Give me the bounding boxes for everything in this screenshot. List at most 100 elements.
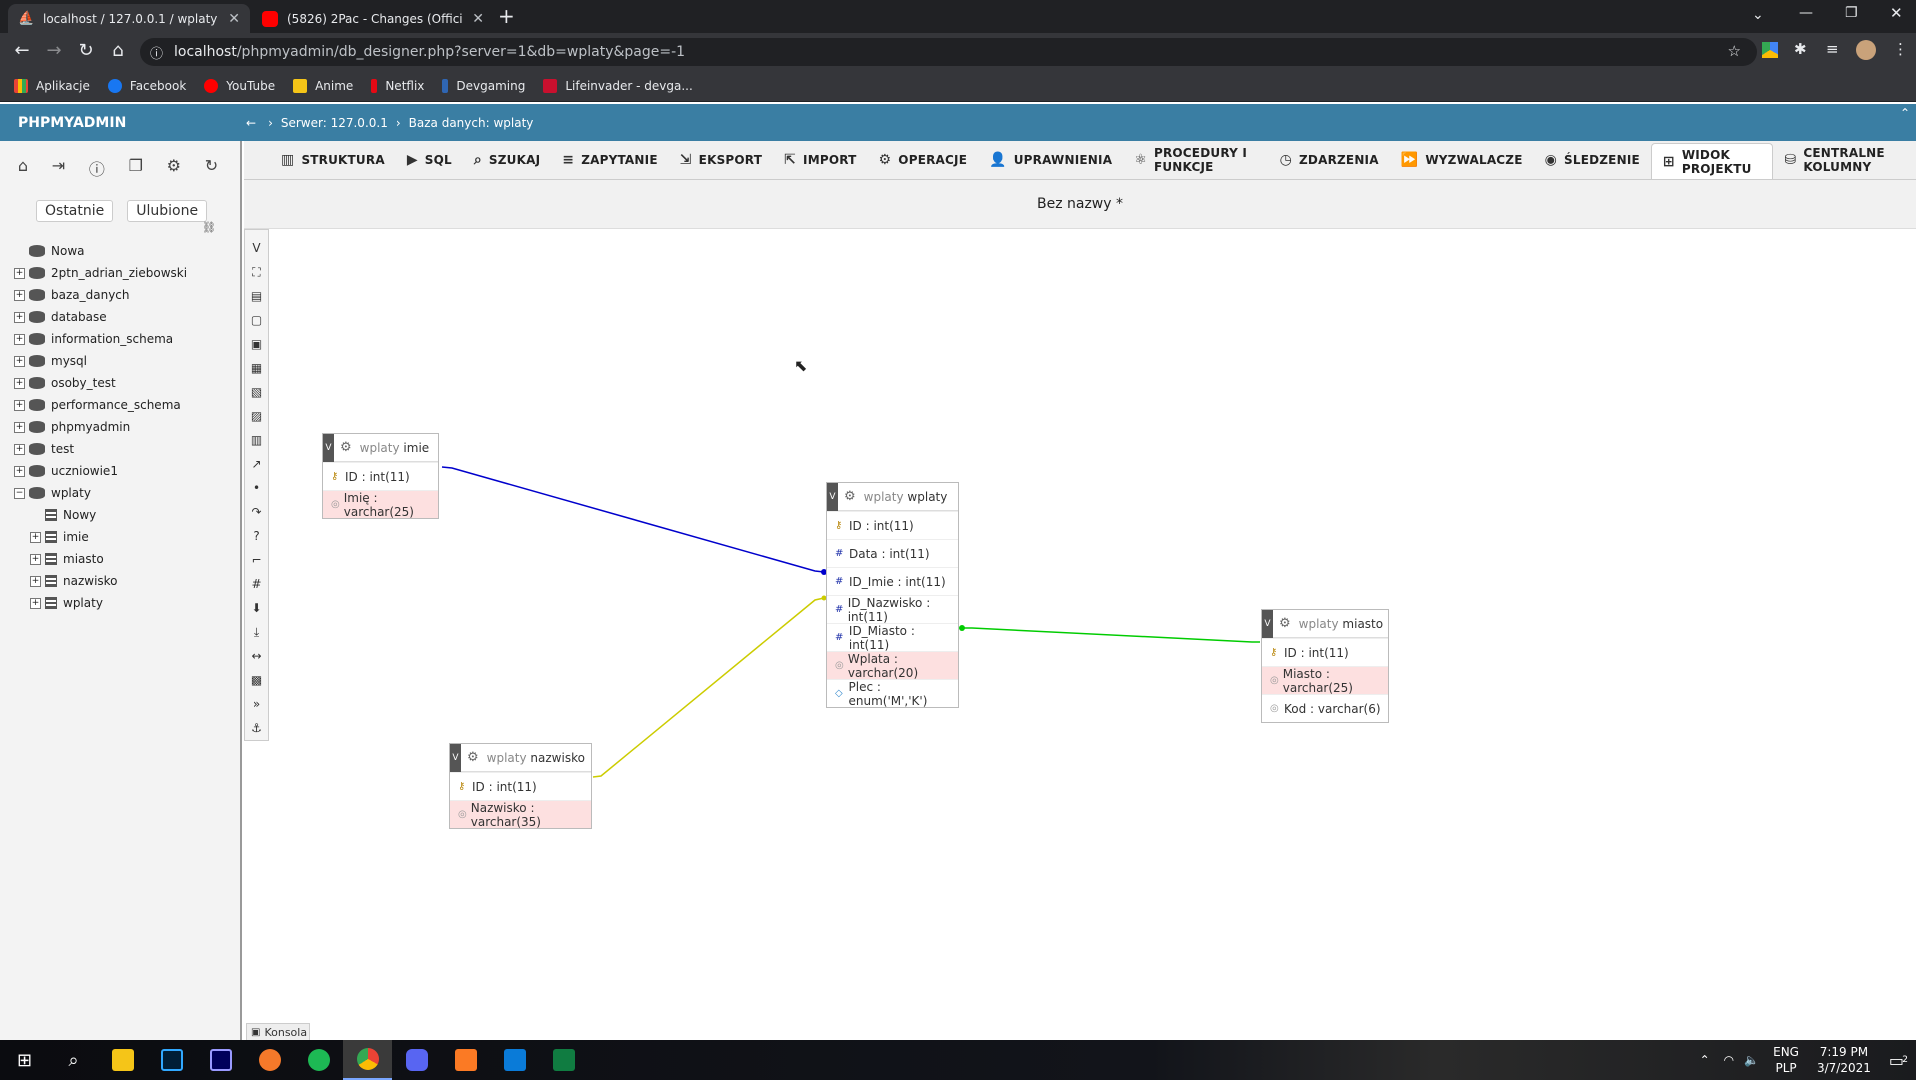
taskbar-media-app[interactable] bbox=[490, 1040, 539, 1080]
bookmark-devgaming[interactable]: Devgaming bbox=[442, 78, 525, 93]
designer-table-nazwisko[interactable]: V ⚙ wplaty nazwisko ⚷ ID : int(11) ◎ Nazwisko … bbox=[449, 743, 592, 829]
table-header[interactable]: V ⚙ wplaty wplaty bbox=[827, 482, 958, 511]
tree-item[interactable]: + test bbox=[0, 438, 240, 460]
pin-text-icon[interactable]: ⚓ bbox=[251, 716, 262, 740]
forward-icon[interactable]: → bbox=[42, 40, 66, 61]
tab-zdarzenia[interactable]: ◷ ZDARZENIA bbox=[1269, 140, 1390, 179]
tab-import[interactable]: ⇱ IMPORT bbox=[773, 140, 867, 179]
tree-item[interactable]: + imie bbox=[0, 526, 240, 548]
expand-icon[interactable]: + bbox=[14, 399, 25, 411]
tab-eksport[interactable]: ⇲ EKSPORT bbox=[669, 140, 773, 179]
favorite-tables-button[interactable]: Ulubione bbox=[127, 200, 208, 222]
tree-item[interactable]: + miasto bbox=[0, 548, 240, 570]
bookmark-anime[interactable]: Anime bbox=[293, 78, 353, 93]
tree-item[interactable]: + database bbox=[0, 306, 240, 328]
open-page-icon[interactable]: ▣ bbox=[251, 332, 262, 356]
toggle-small-big-all-icon[interactable]: ⤓ bbox=[254, 620, 259, 644]
close-tab-icon[interactable]: ✕ bbox=[220, 11, 240, 27]
clock[interactable]: 7:19 PM 3/7/2021 bbox=[1817, 1044, 1871, 1076]
bookmark-facebook[interactable]: Facebook bbox=[107, 78, 186, 93]
tab-struktura[interactable]: ▥ STRUKTURA bbox=[270, 140, 396, 179]
gear-icon[interactable]: ⚙ bbox=[1279, 616, 1291, 631]
tree-item[interactable]: + uczniowie1 bbox=[0, 460, 240, 482]
network-icon[interactable]: ◠ bbox=[1724, 1053, 1734, 1067]
documentation-icon[interactable]: ❐ bbox=[129, 156, 143, 180]
minimize-table-icon[interactable]: V bbox=[827, 482, 838, 511]
tree-item[interactable]: + wplaty bbox=[0, 592, 240, 614]
tab-procedury-i-funkcje[interactable]: ⚛ PROCEDURY I FUNKCJE bbox=[1123, 140, 1268, 179]
table-column[interactable]: ⚷ ID : int(11) bbox=[450, 772, 591, 800]
tree-item[interactable]: + mysql bbox=[0, 350, 240, 372]
new-tab-button[interactable]: + bbox=[498, 4, 515, 28]
site-info-icon[interactable]: ⓘ bbox=[150, 43, 163, 62]
tab-widok-projektu[interactable]: ⊞ WIDOK PROJEKTU bbox=[1650, 143, 1774, 179]
bookmark-netflix[interactable]: Netflix bbox=[371, 78, 424, 93]
media-control-icon[interactable]: ≡ bbox=[1826, 40, 1839, 58]
bookmark-lifeinvader[interactable]: Lifeinvader - devga... bbox=[543, 78, 693, 93]
table-header[interactable]: V ⚙ wplaty nazwisko bbox=[450, 743, 591, 772]
extensions-icon[interactable]: ✱ bbox=[1794, 40, 1807, 58]
browser-tab-youtube[interactable]: (5826) 2Pac - Changes (Official M ✕ bbox=[252, 4, 494, 33]
save-page-icon[interactable]: ▦ bbox=[251, 356, 262, 380]
add-tables-icon[interactable]: ▤ bbox=[251, 284, 262, 308]
expand-icon[interactable]: + bbox=[14, 311, 25, 323]
bookmark-youtube[interactable]: YouTube bbox=[204, 78, 275, 93]
table-column[interactable]: # ID_Imie : int(11) bbox=[827, 567, 958, 595]
designer-table-imie[interactable]: V ⚙ wplaty imie ⚷ ID : int(11) ◎ Imię : varcha… bbox=[322, 433, 439, 519]
expand-icon[interactable]: + bbox=[30, 531, 41, 543]
volume-icon[interactable]: 🔈 bbox=[1744, 1053, 1759, 1067]
snap-to-grid-icon[interactable]: # bbox=[251, 572, 261, 596]
minimize-table-icon[interactable]: V bbox=[450, 743, 461, 772]
link-with-main-panel-icon[interactable]: ⛓ bbox=[202, 221, 216, 234]
designer-table-wplaty[interactable]: V ⚙ wplaty wplaty ⚷ ID : int(11) # Data : int(… bbox=[826, 482, 959, 708]
drive-extension-icon[interactable] bbox=[1762, 42, 1778, 58]
address-bar[interactable]: ⓘ localhost /phpmyadmin/db_designer.php?… bbox=[140, 38, 1757, 66]
info-icon[interactable]: ⓘ bbox=[89, 156, 105, 180]
expand-icon[interactable]: + bbox=[14, 355, 25, 367]
language-indicator[interactable]: ENG PLP bbox=[1773, 1044, 1799, 1076]
table-column[interactable]: ◎ Nazwisko : varchar(35) bbox=[450, 800, 591, 829]
taskbar-premiere[interactable] bbox=[196, 1040, 245, 1080]
taskbar-discord[interactable] bbox=[392, 1040, 441, 1080]
new-page-icon[interactable]: ▢ bbox=[251, 308, 262, 332]
minimize-table-icon[interactable]: V bbox=[323, 433, 334, 462]
restore-window-icon[interactable]: ❐ bbox=[1845, 5, 1858, 21]
minimize-table-icon[interactable]: V bbox=[1262, 609, 1273, 638]
toggle-small-big-icon[interactable]: ⬇ bbox=[251, 596, 261, 620]
expand-icon[interactable]: + bbox=[14, 465, 25, 477]
tree-item[interactable]: + performance_schema bbox=[0, 394, 240, 416]
settings-icon[interactable]: ⚙ bbox=[167, 156, 181, 180]
table-header[interactable]: V ⚙ wplaty imie bbox=[323, 433, 438, 462]
delete-page-icon[interactable]: ▨ bbox=[251, 404, 262, 428]
table-column[interactable]: ◎ Wplata : varchar(20) bbox=[827, 651, 958, 680]
table-column[interactable]: # ID_Miasto : int(11) bbox=[827, 623, 958, 652]
notifications-icon[interactable]: ▭ 2 bbox=[1889, 1051, 1908, 1070]
tab-search-icon[interactable]: ⌄ bbox=[1752, 7, 1764, 23]
reload-icon[interactable]: ↷ bbox=[251, 500, 261, 524]
tree-item[interactable]: + phpmyadmin bbox=[0, 416, 240, 438]
expand-icon[interactable]: + bbox=[14, 443, 25, 455]
collapse-nav-icon[interactable]: ← bbox=[246, 116, 256, 130]
table-column[interactable]: ◇ Plec : enum('M','K') bbox=[827, 679, 958, 708]
tree-item[interactable]: + osoby_test bbox=[0, 372, 240, 394]
breadcrumb-server[interactable]: Serwer: 127.0.0.1 bbox=[281, 116, 388, 130]
tab-szukaj[interactable]: ⌕ SZUKAJ bbox=[463, 140, 551, 179]
table-column[interactable]: ⚷ ID : int(11) bbox=[827, 511, 958, 539]
tab-zapytanie[interactable]: ≡ ZAPYTANIE bbox=[551, 140, 668, 179]
taskbar-chrome[interactable] bbox=[343, 1040, 392, 1080]
taskbar-file-explorer[interactable] bbox=[98, 1040, 147, 1080]
browser-tab-phpmyadmin[interactable]: ⛵ localhost / 127.0.0.1 / wplaty | ph ✕ bbox=[8, 4, 250, 33]
recent-tables-button[interactable]: Ostatnie bbox=[36, 200, 114, 222]
table-column[interactable]: ◎ Miasto : varchar(25) bbox=[1262, 666, 1388, 695]
tab-centralne-kolumny[interactable]: ⛁ CENTRALNE KOLUMNY bbox=[1773, 140, 1916, 179]
pma-logo[interactable]: PHPMYADMIN bbox=[18, 115, 246, 131]
designer-table-miasto[interactable]: V ⚙ wplaty miasto ⚷ ID : int(11) ◎ Miasto : va… bbox=[1261, 609, 1389, 723]
expand-icon[interactable]: + bbox=[14, 267, 25, 279]
tab-sql[interactable]: ▶ SQL bbox=[396, 140, 463, 179]
taskbar-spotify[interactable] bbox=[294, 1040, 343, 1080]
expand-icon[interactable]: + bbox=[14, 289, 25, 301]
table-column[interactable]: ⚷ ID : int(11) bbox=[323, 462, 438, 490]
tab--ledzenie[interactable]: ◉ ŚLEDZENIE bbox=[1534, 140, 1651, 179]
tree-item[interactable]: + baza_danych bbox=[0, 284, 240, 306]
reload-icon[interactable]: ↻ bbox=[74, 40, 98, 61]
